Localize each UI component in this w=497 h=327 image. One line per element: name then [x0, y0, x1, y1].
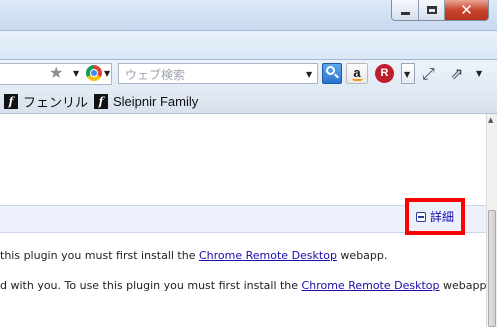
collapse-icon	[415, 211, 426, 222]
scrollbar-thumb[interactable]	[488, 210, 496, 327]
bookmark-fenrir[interactable]: f フェンリル	[4, 92, 88, 110]
vertical-scrollbar[interactable]: ▲	[486, 114, 497, 327]
rakuten-button[interactable]: R	[375, 64, 394, 83]
bookmark-sleipnir-family[interactable]: f Sleipnir Family	[94, 92, 198, 110]
share-dropdown-icon[interactable]: ▼	[476, 69, 482, 79]
chrome-remote-desktop-link[interactable]: Chrome Remote Desktop	[199, 249, 337, 262]
page-content: 詳細 this plugin you must first install th…	[0, 114, 490, 327]
sleipnir-logo-icon: f	[4, 93, 18, 109]
search-input[interactable]: ウェブ検索 ▼	[118, 63, 318, 84]
plugin-description-1: this plugin you must first install the C…	[0, 249, 388, 262]
rakuten-icon: R	[380, 67, 389, 79]
share-icon[interactable]: ⇗	[450, 64, 463, 84]
details-button[interactable]: 詳細	[405, 198, 465, 235]
details-label: 詳細	[429, 210, 454, 224]
close-button[interactable]: ✕	[444, 0, 488, 20]
minimize-button[interactable]	[392, 0, 418, 20]
maximize-icon	[426, 6, 437, 14]
star-dropdown-icon[interactable]: ▼	[73, 69, 79, 79]
chrome-remote-desktop-link[interactable]: Chrome Remote Desktop	[302, 279, 440, 292]
bookmark-label: フェンリル	[23, 94, 89, 110]
chevron-down-icon: ▼	[404, 70, 411, 79]
sleipnir-logo-icon: f	[94, 93, 108, 109]
chrome-engine-icon[interactable]	[86, 65, 102, 81]
maximize-button[interactable]	[418, 0, 444, 20]
tab-strip	[0, 30, 497, 60]
expand-arrows-icon[interactable]: ⤢	[422, 64, 435, 84]
engine-dropdown-icon[interactable]: ▼	[104, 69, 110, 79]
minimize-icon	[400, 11, 410, 15]
window-controls: ✕	[391, 0, 489, 21]
amazon-button[interactable]: a	[346, 63, 368, 84]
bookmark-label: Sleipnir Family	[113, 93, 199, 109]
search-button[interactable]	[322, 63, 342, 84]
menu-dropdown-button[interactable]: ▼	[401, 63, 415, 84]
title-bar: ✕	[0, 0, 497, 30]
plugin-description-2: d with you. To use this plugin you must …	[0, 279, 490, 292]
close-icon: ✕	[460, 0, 473, 19]
bookmark-star-icon[interactable]: ★	[49, 63, 63, 83]
scroll-up-icon[interactable]: ▲	[488, 116, 493, 124]
search-dropdown-icon[interactable]: ▼	[306, 70, 312, 80]
search-placeholder: ウェブ検索	[125, 68, 186, 82]
